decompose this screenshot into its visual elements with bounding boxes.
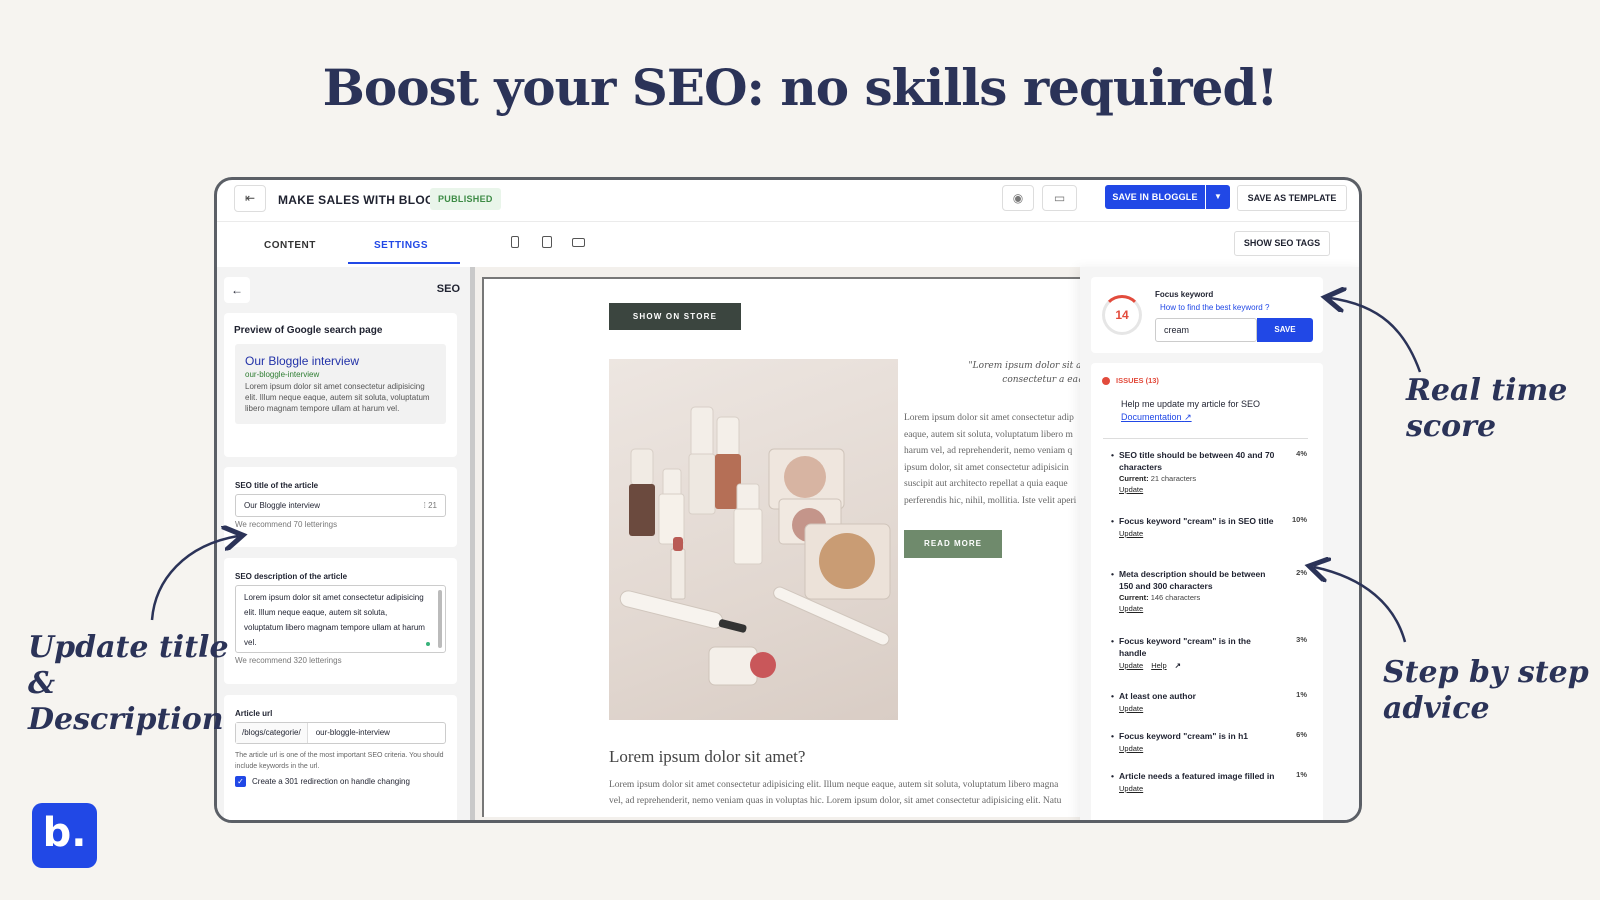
arrow-to-issues: [1314, 567, 1407, 643]
arrow-to-score: [1330, 298, 1422, 373]
bloggle-logo: b.: [32, 803, 97, 868]
arrow-to-title-field: [150, 536, 238, 621]
annotation-arrows: [150, 0, 1422, 643]
